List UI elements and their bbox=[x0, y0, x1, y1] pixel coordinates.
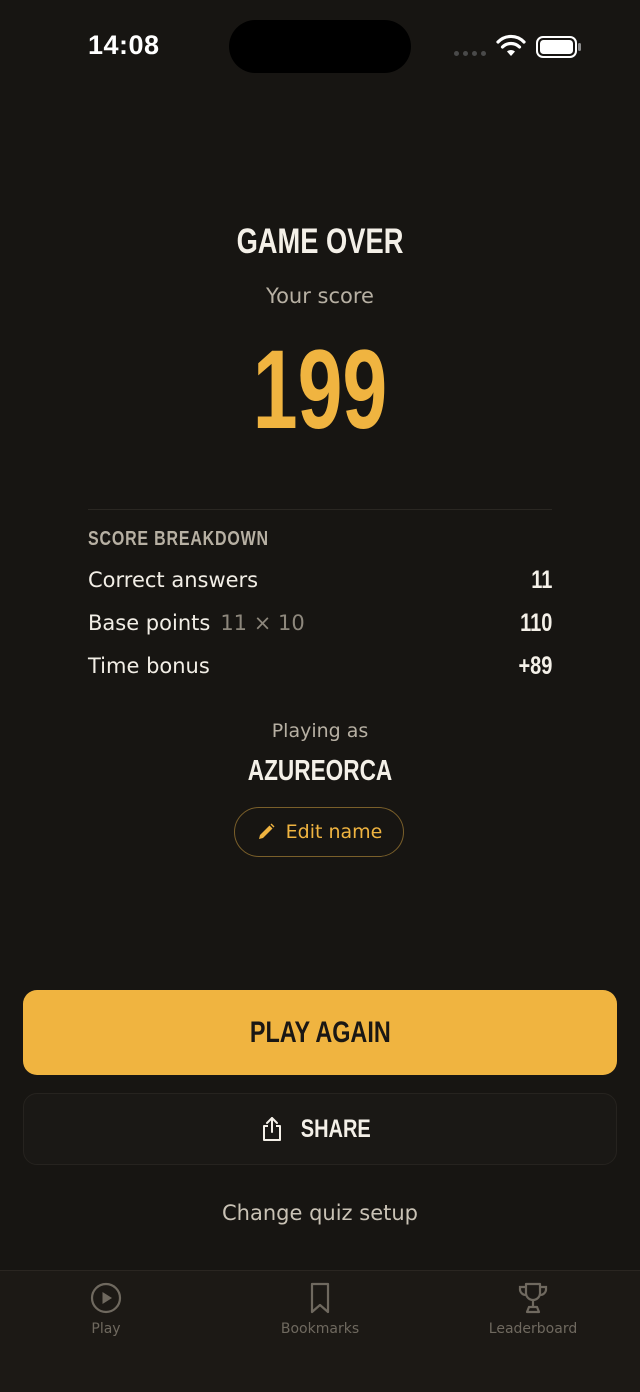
tab-label: Play bbox=[91, 1321, 121, 1337]
breakdown-row-correct: Correct answers 11 bbox=[88, 566, 552, 598]
score-subtitle: Your score bbox=[266, 284, 374, 308]
breakdown-row-base: Base points 11 × 10 110 bbox=[88, 609, 552, 641]
edit-name-label: Edit name bbox=[285, 821, 383, 843]
divider bbox=[88, 509, 552, 510]
tab-bar: Play Bookmarks Leaderboard bbox=[0, 1270, 640, 1392]
score-value: 199 bbox=[252, 327, 388, 452]
breakdown-row-label: Correct answers bbox=[88, 568, 259, 592]
share-label: SHARE bbox=[300, 1114, 371, 1143]
share-icon bbox=[263, 1117, 282, 1141]
breakdown-row-value: 11 bbox=[530, 566, 552, 594]
play-again-button[interactable]: PLAY AGAIN bbox=[23, 990, 617, 1075]
status-bar: 14:08 bbox=[0, 0, 640, 90]
play-circle-icon bbox=[90, 1282, 122, 1314]
breakdown-row-value: +89 bbox=[518, 652, 552, 680]
play-again-label: PLAY AGAIN bbox=[249, 1015, 391, 1049]
tab-label: Bookmarks bbox=[280, 1321, 360, 1337]
breakdown-row-detail: 11 × 10 bbox=[220, 611, 305, 635]
wifi-icon bbox=[496, 34, 526, 56]
breakdown-row-label: Time bonus bbox=[88, 654, 210, 678]
bookmark-icon bbox=[310, 1282, 330, 1314]
page-title: GAME OVER bbox=[236, 222, 404, 261]
breakdown-heading: SCORE BREAKDOWN bbox=[88, 528, 269, 550]
cellular-signal-icon bbox=[454, 51, 486, 56]
status-time: 14:08 bbox=[88, 30, 160, 60]
tab-label: Leaderboard bbox=[488, 1321, 578, 1337]
share-button[interactable]: SHARE bbox=[23, 1093, 617, 1165]
breakdown-row-label: Base points 11 × 10 bbox=[88, 611, 305, 635]
breakdown-row-value: 110 bbox=[519, 609, 552, 637]
change-quiz-setup-link[interactable]: Change quiz setup bbox=[0, 1201, 640, 1225]
playing-as-label: Playing as bbox=[271, 720, 369, 742]
tab-leaderboard[interactable]: Leaderboard bbox=[463, 1281, 603, 1351]
tab-play[interactable]: Play bbox=[36, 1281, 176, 1351]
battery-icon bbox=[536, 36, 581, 58]
dynamic-island bbox=[229, 20, 411, 73]
pencil-icon bbox=[258, 823, 275, 839]
edit-name-button[interactable]: Edit name bbox=[234, 807, 404, 857]
trophy-icon bbox=[518, 1282, 548, 1314]
player-name: AZUREORCA bbox=[247, 755, 393, 787]
breakdown-row-time-bonus: Time bonus +89 bbox=[88, 652, 552, 684]
tab-bookmarks[interactable]: Bookmarks bbox=[250, 1281, 390, 1351]
